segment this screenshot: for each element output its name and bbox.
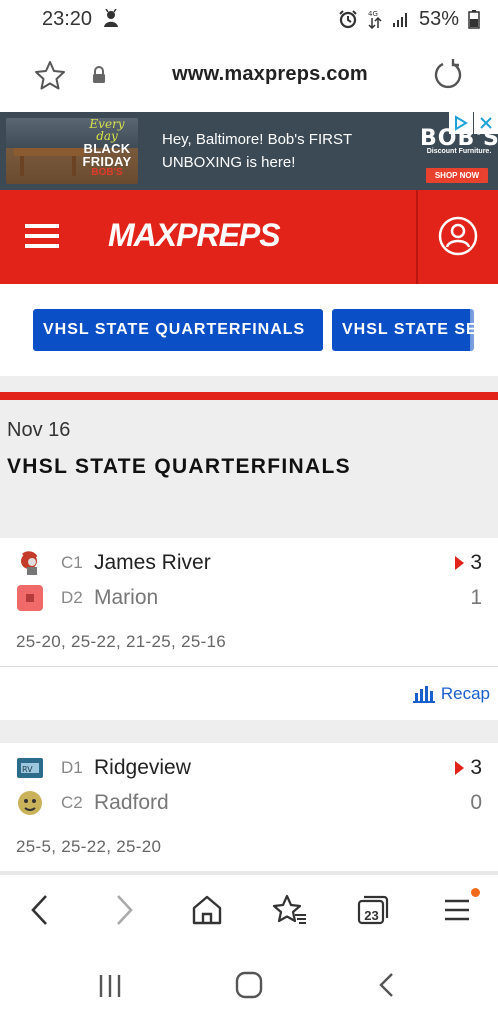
set-scores: 25-20, 25-22, 21-25, 25-16	[16, 632, 227, 651]
back-icon[interactable]	[28, 893, 52, 932]
team-seed: C2	[61, 793, 83, 812]
browser-toolbar: 23	[0, 875, 498, 947]
bar-chart-icon	[412, 686, 435, 703]
logo-text: MAXPREPS	[108, 217, 281, 253]
game-card[interactable]: RV D1 Ridgeview 3 C2 Radford 0 25-5, 25-…	[0, 743, 498, 871]
tab-count: 23	[364, 908, 379, 923]
reload-icon[interactable]	[433, 58, 463, 95]
recap-link[interactable]: Recap	[412, 684, 490, 704]
chip-quarterfinals[interactable]: VHSL STATE QUARTERFINALS	[33, 309, 323, 351]
ad-shop-now-button[interactable]: SHOP NOW	[426, 168, 488, 183]
lock-icon	[91, 65, 107, 90]
address-bar: www.maxpreps.com	[0, 38, 498, 112]
team-score: 1	[470, 586, 482, 609]
user-account-icon[interactable]	[438, 216, 478, 261]
recap-label: Recap	[440, 684, 490, 703]
team-name[interactable]: Marion	[94, 586, 158, 610]
round-section-header: Nov 16 VHSL STATE QUARTERFINALS	[0, 400, 498, 538]
round-filter-chips: VHSL STATE QUARTERFINALS VHSL STATE SEMI…	[0, 284, 498, 376]
team-row[interactable]: RV D1 Ridgeview 3	[0, 751, 498, 785]
home-icon[interactable]	[191, 893, 223, 932]
team-logo-placeholder-icon	[17, 585, 43, 611]
recent-apps-icon[interactable]	[97, 973, 123, 1004]
status-bar: 23:20 4G 53%	[0, 0, 498, 38]
ad-text: Hey, Baltimore! Bob's FIRST UNBOXING is …	[162, 131, 352, 171]
divider	[0, 720, 498, 743]
hamburger-menu-icon[interactable]	[25, 220, 59, 257]
svg-text:4G: 4G	[368, 10, 378, 18]
round-date: Nov 16	[7, 419, 71, 441]
svg-text:RV: RV	[22, 765, 33, 774]
notification-dot	[471, 888, 480, 897]
battery-text: 53%	[418, 7, 459, 30]
battery-icon	[468, 9, 480, 29]
team-score: 0	[470, 791, 482, 814]
data-transfer-icon: 4G	[367, 9, 383, 29]
team-row[interactable]: C2 Radford 0	[0, 786, 498, 820]
ad-banner[interactable]: Every day BLACK FRIDAY BOB'S Hey, Baltim…	[0, 112, 498, 190]
star-icon[interactable]	[34, 60, 66, 95]
divider	[0, 376, 498, 392]
back-button-icon[interactable]	[377, 971, 397, 1004]
winner-arrow-icon	[455, 761, 464, 775]
site-header: MAXPREPS	[0, 190, 498, 284]
chip-semifinals[interactable]: VHSL STATE SEMIFINALS	[332, 309, 474, 351]
alarm-icon	[338, 9, 358, 29]
adchoices-icon[interactable]	[449, 112, 473, 134]
maxpreps-logo[interactable]: MAXPREPS	[106, 208, 296, 266]
team-row[interactable]: D2 Marion 1	[0, 581, 498, 615]
team-logo-icon	[18, 791, 42, 815]
set-scores: 25-5, 25-22, 25-20	[16, 837, 162, 856]
system-navigation-bar	[0, 947, 498, 1023]
bookmarks-icon[interactable]	[272, 893, 308, 932]
team-logo-icon: RV	[17, 758, 43, 778]
game-card[interactable]: C1 James River 3 D2 Marion 1 25-20, 25-2…	[0, 538, 498, 666]
game-footer: Recap	[0, 666, 498, 720]
ad-promo: Every day BLACK FRIDAY BOB'S	[82, 117, 132, 178]
ad-close-icon[interactable]	[474, 112, 498, 134]
ad-brand-sub: Discount Furniture.	[426, 148, 492, 155]
status-time: 23:20	[42, 7, 93, 30]
header-divider	[416, 190, 418, 284]
team-score: 3	[470, 551, 482, 574]
team-row[interactable]: C1 James River 3	[0, 546, 498, 580]
url-text[interactable]: www.maxpreps.com	[150, 63, 390, 86]
team-seed: D1	[61, 758, 83, 777]
accent-divider	[0, 392, 498, 400]
team-name[interactable]: Ridgeview	[94, 756, 191, 780]
menu-icon[interactable]	[443, 893, 471, 932]
winner-arrow-icon	[455, 556, 464, 570]
team-logo-icon	[21, 551, 38, 575]
signal-icon	[392, 10, 410, 28]
notification-icon	[102, 9, 120, 29]
team-seed: C1	[61, 553, 83, 572]
team-name[interactable]: Radford	[94, 791, 169, 815]
home-button-icon[interactable]	[235, 971, 263, 1004]
round-title: VHSL STATE QUARTERFINALS	[7, 455, 351, 478]
team-score: 3	[470, 756, 482, 779]
forward-icon[interactable]	[112, 893, 136, 932]
team-name[interactable]: James River	[94, 551, 211, 575]
team-seed: D2	[61, 588, 83, 607]
